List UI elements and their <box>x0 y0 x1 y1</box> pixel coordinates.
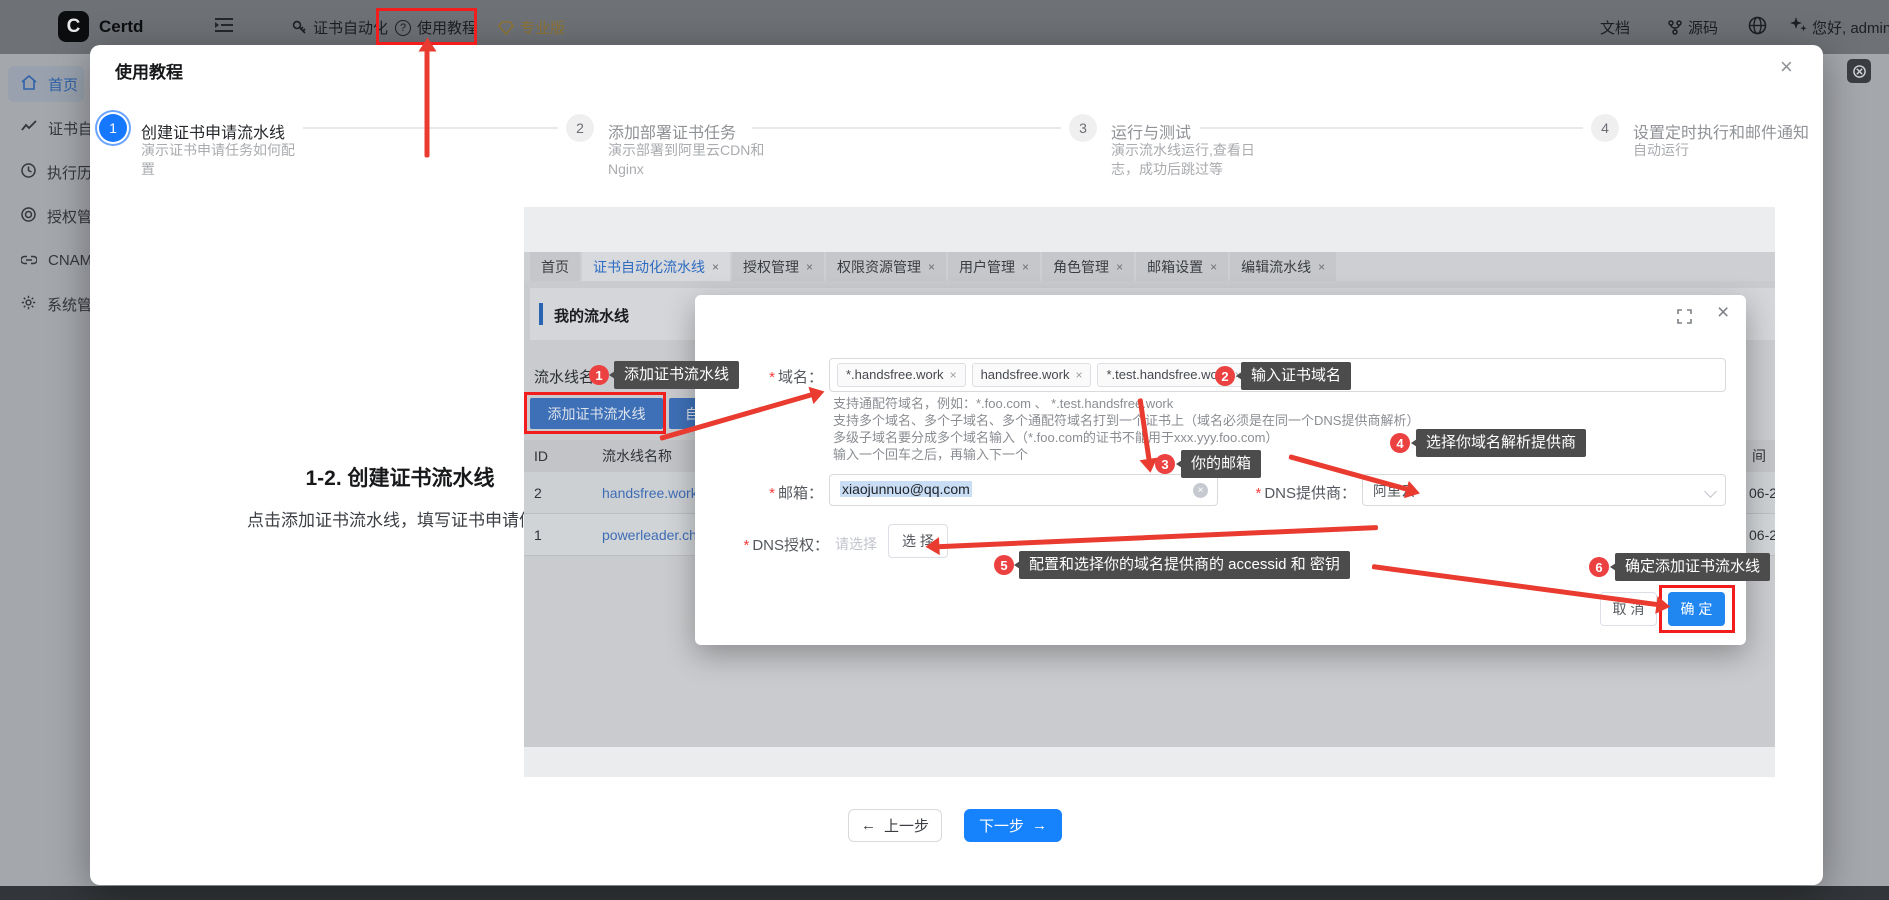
step-2-circle: 2 <box>566 114 594 142</box>
step-1-circle: 1 <box>99 114 127 142</box>
annotation-badge-6: 6 <box>1589 557 1609 577</box>
pipeline-filter-label: 流水线名 <box>534 366 594 387</box>
tab-close-icon[interactable]: × <box>1022 260 1029 274</box>
next-step-button[interactable]: 下一步 → <box>964 809 1062 842</box>
step-3-desc: 演示流水线运行,查看日志，成功后跳过等 <box>1111 141 1275 179</box>
embed-header-band <box>524 207 1775 252</box>
bullseye-icon <box>21 207 36 226</box>
clock-icon <box>21 163 36 182</box>
dns-auth-label: *DNS授权： <box>715 534 829 555</box>
step-1-desc: 演示证书申请任务如何配置 <box>141 141 305 179</box>
tab-auth[interactable]: 授权管理× <box>732 252 824 281</box>
step-2-title: 添加部署证书任务 <box>608 119 736 143</box>
card-accent-bar <box>539 303 543 325</box>
email-input[interactable]: xiaojunnuo@qq.com × <box>829 474 1218 506</box>
link-icon <box>21 252 37 269</box>
tab-roles[interactable]: 角色管理× <box>1042 252 1134 281</box>
sidebar-collapse-icon[interactable] <box>215 17 233 33</box>
trend-chart-icon <box>21 120 37 137</box>
domain-tag: handsfree.work× <box>972 363 1092 387</box>
annotation-tip-5: 配置和选择你的域名提供商的 accessid 和 密钥 <box>1019 551 1350 579</box>
step-connector <box>303 127 558 129</box>
clear-icon[interactable]: × <box>1193 483 1208 498</box>
chevron-down-icon <box>1704 485 1717 498</box>
brand-title: Certd <box>99 17 143 37</box>
tab-close-icon[interactable]: × <box>1210 260 1217 274</box>
gear-icon <box>21 295 36 314</box>
float-settings-icon[interactable] <box>1847 59 1871 83</box>
tab-close-icon[interactable]: × <box>806 260 813 274</box>
pipeline-card-title: 我的流水线 <box>554 305 629 326</box>
tag-close-icon[interactable]: × <box>1075 364 1082 386</box>
domain-tag: *.handsfree.work× <box>837 363 966 387</box>
annotation-badge-5: 5 <box>994 555 1014 575</box>
tab-close-icon[interactable]: × <box>1116 260 1123 274</box>
col-id: ID <box>534 448 548 464</box>
embed-tabbar: 首页 证书自动化流水线× 授权管理× 权限资源管理× 用户管理× 角色管理× 邮… <box>524 252 1775 281</box>
menu-pro-edition[interactable]: 专业版 <box>498 17 565 38</box>
certd-logo-icon: C <box>58 11 89 42</box>
page-bottom-strip <box>0 886 1889 900</box>
step-3-circle: 3 <box>1069 114 1097 142</box>
menu-cert-automation[interactable]: 证书自动化 <box>292 17 388 38</box>
annotation-tip-1: 添加证书流水线 <box>614 361 739 389</box>
tag-close-icon[interactable]: × <box>950 364 957 386</box>
step-2-desc: 演示部署到阿里云CDN和Nginx <box>608 141 772 179</box>
git-fork-icon <box>1668 20 1682 35</box>
email-label: *邮箱： <box>715 482 823 503</box>
step-4-desc: 自动运行 <box>1633 141 1797 160</box>
highlight-box-add-button <box>524 392 666 434</box>
arrow-right-icon: → <box>1032 817 1047 834</box>
annotation-tip-2: 输入证书域名 <box>1241 362 1351 390</box>
dns-provider-label: *DNS提供商： <box>1240 482 1356 503</box>
sparkles-icon[interactable] <box>1789 15 1808 34</box>
annotation-arrow-to-tutorial-menu <box>425 51 430 158</box>
step-connector <box>752 127 1061 129</box>
arrow-left-icon: ← <box>861 817 876 834</box>
left-sidebar: 首页 证书自 执行历 授权管 CNAME 系统管 <box>0 54 90 886</box>
step-connector <box>1200 127 1583 129</box>
step-4-title: 设置定时执行和邮件通知 <box>1633 119 1809 143</box>
step-1-title: 创建证书申请流水线 <box>141 119 285 143</box>
tab-home[interactable]: 首页 <box>530 252 580 281</box>
vip-badge-icon <box>498 21 514 35</box>
key-icon <box>292 20 307 35</box>
annotation-badge-3: 3 <box>1155 454 1175 474</box>
col-time: 间 <box>1752 446 1766 466</box>
domain-help-text: 支持通配符域名，例如：*.foo.com 、 *.test.handsfree.… <box>833 395 1419 463</box>
dns-auth-placeholder: 请选择 <box>835 534 877 554</box>
sidebar-item-home[interactable]: 首页 <box>8 66 84 102</box>
step-3-title: 运行与测试 <box>1111 119 1191 143</box>
annotation-badge-4: 4 <box>1390 433 1410 453</box>
user-greeting[interactable]: 您好, admin <box>1812 17 1889 38</box>
fullscreen-icon[interactable] <box>1677 309 1692 329</box>
tab-close-icon[interactable]: × <box>1318 260 1325 274</box>
tutorial-close-icon[interactable]: × <box>1780 54 1793 80</box>
email-value: xiaojunnuo@qq.com <box>840 481 972 497</box>
annotation-badge-1: 1 <box>589 365 609 385</box>
globe-icon[interactable] <box>1748 16 1767 35</box>
annotation-badge-2: 2 <box>1215 366 1235 386</box>
tab-close-icon[interactable]: × <box>928 260 935 274</box>
dialog-close-icon[interactable]: × <box>1717 301 1729 325</box>
nav-source-link[interactable]: 源码 <box>1668 17 1718 38</box>
step-4-circle: 4 <box>1591 114 1619 142</box>
pipeline-link[interactable]: powerleader.chat <box>602 527 709 543</box>
prev-step-button[interactable]: ← 上一步 <box>848 809 942 842</box>
nav-docs-link[interactable]: 文档 <box>1600 17 1630 38</box>
tutorial-modal-title: 使用教程 <box>115 58 183 83</box>
tab-cert-pipeline[interactable]: 证书自动化流水线× <box>582 252 730 281</box>
annotation-tip-3: 你的邮箱 <box>1181 450 1261 478</box>
highlight-box-confirm-button <box>1659 585 1735 633</box>
tab-permission[interactable]: 权限资源管理× <box>826 252 946 281</box>
tab-users[interactable]: 用户管理× <box>948 252 1040 281</box>
annotation-tip-6: 确定添加证书流水线 <box>1615 553 1770 581</box>
home-icon <box>21 75 37 94</box>
annotation-tip-4: 选择你域名解析提供商 <box>1416 429 1586 457</box>
col-name: 流水线名称 <box>602 446 672 466</box>
tab-mail[interactable]: 邮箱设置× <box>1136 252 1228 281</box>
tab-close-icon[interactable]: × <box>712 260 719 274</box>
embed-footer-band <box>524 747 1775 777</box>
tab-edit-pipeline[interactable]: 编辑流水线× <box>1230 252 1336 281</box>
